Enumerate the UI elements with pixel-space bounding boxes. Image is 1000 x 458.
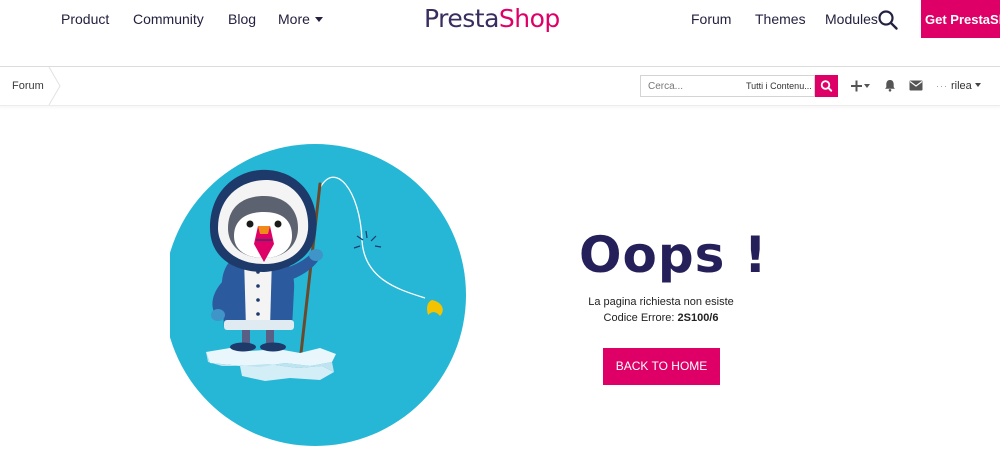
nav-themes[interactable]: Themes [755,11,806,27]
chevron-down-icon [314,17,323,22]
user-menu[interactable]: ··· rilea [936,80,981,92]
envelope-icon[interactable] [909,80,923,91]
breadcrumb-separator [48,67,61,105]
nav-more[interactable]: More [278,11,323,27]
nav-modules[interactable]: Modules [825,11,878,27]
prestashop-logo[interactable]: PrestaShop [424,4,560,33]
get-prestashop-button[interactable]: Get PrestaSh [921,0,1000,38]
breadcrumb: Forum [0,67,62,105]
search-scope-select[interactable]: Tutti i Contenu... [746,81,812,91]
error-code: 2S100/6 [677,312,719,324]
avatar: ··· [936,81,948,91]
nav-forum[interactable]: Forum [691,11,731,27]
error-code-label: Codice Errore: [603,312,675,324]
plus-icon[interactable] [851,80,871,92]
chevron-down-icon [974,83,981,87]
forum-search-input[interactable] [641,76,739,96]
error-code-line: Codice Errore: 2S100/6 [560,312,762,324]
error-title: Oops ! [579,226,768,284]
forum-toolbar: Forum Tutti i Contenu... ···rilea [0,66,1000,106]
breadcrumb-forum[interactable]: Forum [12,80,44,92]
nav-more-label: More [278,11,310,27]
nav-community[interactable]: Community [133,11,204,27]
puffin-fishing-illustration [170,144,466,446]
bell-icon[interactable] [884,79,896,92]
forum-search-box: Tutti i Contenu... [640,75,815,97]
search-submit-button[interactable] [815,75,838,97]
top-navigation: Product Community Blog More PrestaShop F… [0,0,1000,40]
nav-product[interactable]: Product [61,11,109,27]
user-name: rilea [951,80,972,92]
error-message: La pagina richiesta non esiste [588,296,734,308]
logo-part-shop: Shop [498,4,560,33]
nav-blog[interactable]: Blog [228,11,256,27]
logo-part-presta: Presta [424,4,499,33]
back-to-home-button[interactable]: BACK TO HOME [603,348,720,385]
search-icon[interactable] [877,9,899,31]
